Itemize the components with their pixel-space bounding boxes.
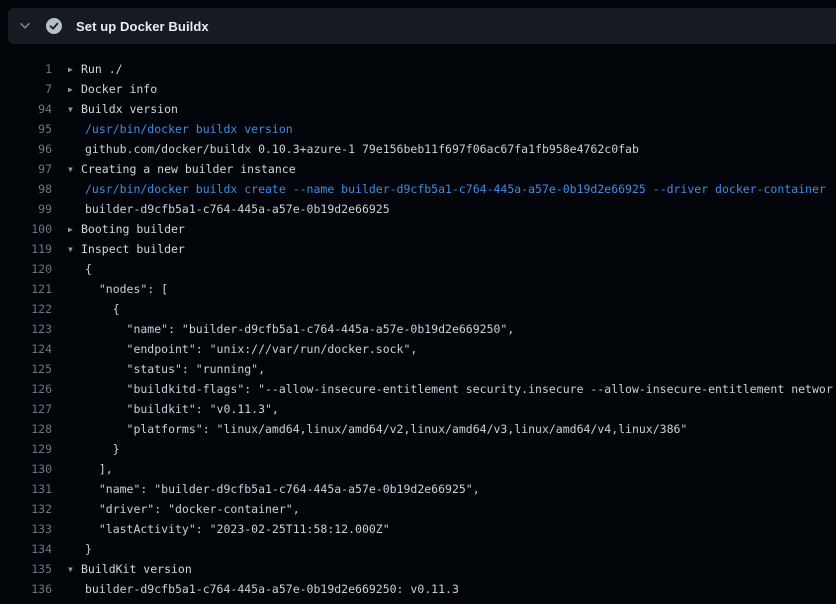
output-text: "buildkitd-flags": "--allow-insecure-ent…: [52, 379, 836, 399]
log-row: 122 {: [0, 299, 836, 319]
log-group-row[interactable]: 119 ▼Inspect builder: [0, 239, 836, 259]
log-row: 128 "platforms": "linux/amd64,linux/amd6…: [0, 419, 836, 439]
output-text: "name": "builder-d9cfb5a1-c764-445a-a57e…: [52, 479, 836, 499]
log-row: 123 "name": "builder-d9cfb5a1-c764-445a-…: [0, 319, 836, 339]
log-row: 125 "status": "running",: [0, 359, 836, 379]
log-row: 121 "nodes": [: [0, 279, 836, 299]
output-text: "buildkit": "v0.11.3",: [52, 399, 836, 419]
line-number[interactable]: 121: [0, 279, 52, 299]
triangle-right-icon: ▶: [68, 80, 81, 99]
log-group-row[interactable]: 100 ▶Booting builder: [0, 219, 836, 239]
output-text: github.com/docker/buildx 0.10.3+azure-1 …: [52, 139, 836, 159]
output-text: "endpoint": "unix:///var/run/docker.sock…: [52, 339, 836, 359]
group-title: Docker info: [81, 82, 157, 96]
line-number[interactable]: 120: [0, 259, 52, 279]
log-row: 130 ],: [0, 459, 836, 479]
log-row: 127 "buildkit": "v0.11.3",: [0, 399, 836, 419]
line-number[interactable]: 124: [0, 339, 52, 359]
group-title: Creating a new builder instance: [81, 162, 296, 176]
group-title: Run ./: [81, 62, 123, 76]
group-title: BuildKit version: [81, 562, 192, 576]
chevron-down-icon[interactable]: [18, 19, 32, 33]
log-group-row[interactable]: 135 ▼BuildKit version: [0, 559, 836, 579]
line-number[interactable]: 99: [0, 199, 52, 219]
line-number[interactable]: 7: [0, 79, 52, 99]
line-number[interactable]: 123: [0, 319, 52, 339]
log-row: 129 }: [0, 439, 836, 459]
triangle-down-icon: ▼: [68, 560, 81, 579]
log-group-row[interactable]: 94 ▼Buildx version: [0, 99, 836, 119]
line-number[interactable]: 119: [0, 239, 52, 259]
output-text: builder-d9cfb5a1-c764-445a-a57e-0b19d2e6…: [52, 199, 836, 219]
log-group-row[interactable]: 97 ▼Creating a new builder instance: [0, 159, 836, 179]
log-row: 131 "name": "builder-d9cfb5a1-c764-445a-…: [0, 479, 836, 499]
output-text: {: [52, 259, 836, 279]
line-number[interactable]: 97: [0, 159, 52, 179]
log-row: 134}: [0, 539, 836, 559]
log-row: 124 "endpoint": "unix:///var/run/docker.…: [0, 339, 836, 359]
triangle-down-icon: ▼: [68, 240, 81, 259]
output-text: ],: [52, 459, 836, 479]
log-row: 98/usr/bin/docker buildx create --name b…: [0, 179, 836, 199]
line-number[interactable]: 100: [0, 219, 52, 239]
log-group-row[interactable]: 1 ▶Run ./: [0, 59, 836, 79]
step-header[interactable]: Set up Docker Buildx: [8, 8, 836, 44]
line-number[interactable]: 134: [0, 539, 52, 559]
line-number[interactable]: 95: [0, 119, 52, 139]
line-number[interactable]: 131: [0, 479, 52, 499]
triangle-down-icon: ▼: [68, 100, 81, 119]
output-text: {: [52, 299, 836, 319]
group-title: Buildx version: [81, 102, 178, 116]
step-title: Set up Docker Buildx: [76, 19, 209, 34]
triangle-down-icon: ▼: [68, 160, 81, 179]
line-number[interactable]: 96: [0, 139, 52, 159]
line-number[interactable]: 122: [0, 299, 52, 319]
line-number[interactable]: 136: [0, 579, 52, 599]
triangle-right-icon: ▶: [68, 220, 81, 239]
log-row: 99builder-d9cfb5a1-c764-445a-a57e-0b19d2…: [0, 199, 836, 219]
line-number[interactable]: 126: [0, 379, 52, 399]
output-text: }: [52, 539, 836, 559]
group-title: Inspect builder: [81, 242, 185, 256]
check-circle-icon: [46, 18, 62, 34]
line-number[interactable]: 128: [0, 419, 52, 439]
log-row: 95/usr/bin/docker buildx version: [0, 119, 836, 139]
line-number[interactable]: 127: [0, 399, 52, 419]
line-number[interactable]: 1: [0, 59, 52, 79]
line-number[interactable]: 135: [0, 559, 52, 579]
command-text: /usr/bin/docker buildx create --name bui…: [52, 179, 836, 199]
output-text: "status": "running",: [52, 359, 836, 379]
log-group-row[interactable]: 7 ▶Docker info: [0, 79, 836, 99]
triangle-right-icon: ▶: [68, 60, 81, 79]
command-text: /usr/bin/docker buildx version: [52, 119, 836, 139]
log-row: 132 "driver": "docker-container",: [0, 499, 836, 519]
log-row: 120{: [0, 259, 836, 279]
line-number[interactable]: 130: [0, 459, 52, 479]
output-text: "lastActivity": "2023-02-25T11:58:12.000…: [52, 519, 836, 539]
log-row: 136builder-d9cfb5a1-c764-445a-a57e-0b19d…: [0, 579, 836, 599]
line-number[interactable]: 125: [0, 359, 52, 379]
group-title: Booting builder: [81, 222, 185, 236]
log-row: 96github.com/docker/buildx 0.10.3+azure-…: [0, 139, 836, 159]
line-number[interactable]: 94: [0, 99, 52, 119]
log-lines: 1▶Run ./7▶Docker info94▼Buildx version95…: [0, 44, 836, 599]
log-row: 133 "lastActivity": "2023-02-25T11:58:12…: [0, 519, 836, 539]
output-text: "nodes": [: [52, 279, 836, 299]
output-text: }: [52, 439, 836, 459]
output-text: "name": "builder-d9cfb5a1-c764-445a-a57e…: [52, 319, 836, 339]
line-number[interactable]: 129: [0, 439, 52, 459]
line-number[interactable]: 98: [0, 179, 52, 199]
line-number[interactable]: 133: [0, 519, 52, 539]
output-text: builder-d9cfb5a1-c764-445a-a57e-0b19d2e6…: [52, 579, 836, 599]
line-number[interactable]: 132: [0, 499, 52, 519]
output-text: "driver": "docker-container",: [52, 499, 836, 519]
output-text: "platforms": "linux/amd64,linux/amd64/v2…: [52, 419, 836, 439]
log-row: 126 "buildkitd-flags": "--allow-insecure…: [0, 379, 836, 399]
